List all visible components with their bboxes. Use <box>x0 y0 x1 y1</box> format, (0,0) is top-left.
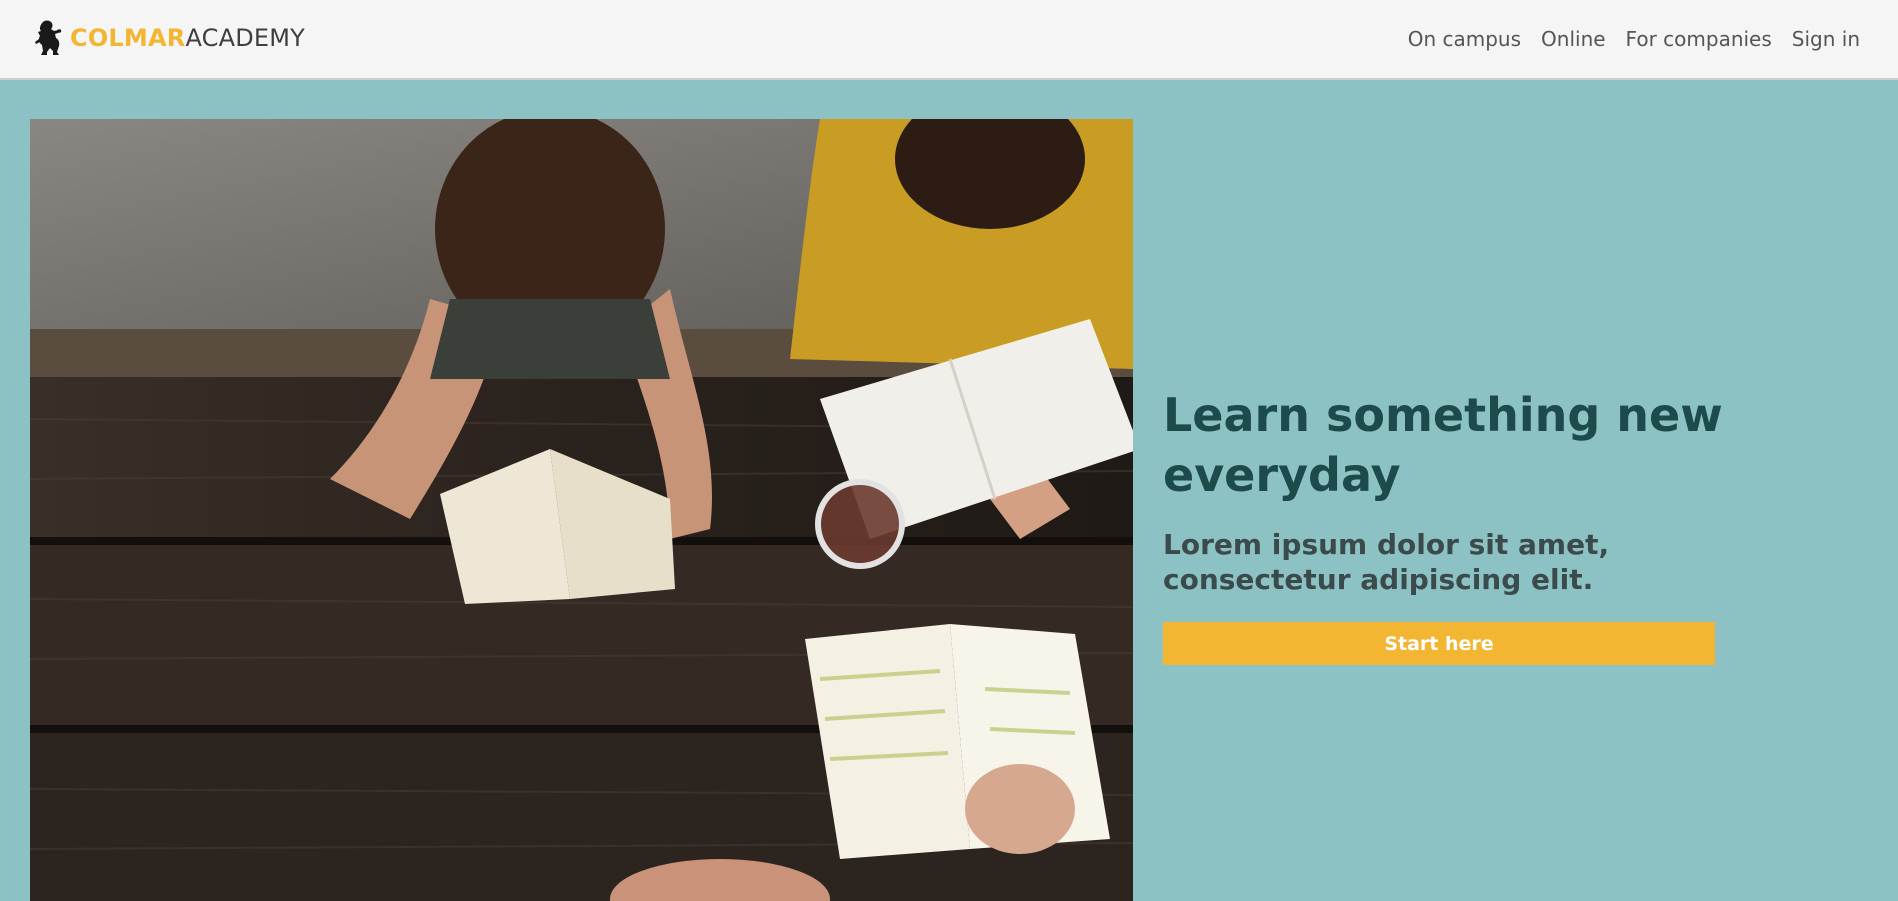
nav-link-for-companies[interactable]: For companies <box>1626 27 1772 51</box>
main-nav: On campus Online For companies Sign in <box>1408 22 1860 56</box>
logo-wordmark: COLMARACADEMY <box>70 18 305 58</box>
nav-link-sign-in[interactable]: Sign in <box>1792 27 1860 51</box>
nav-link-on-campus[interactable]: On campus <box>1408 27 1521 51</box>
hero-photo <box>30 119 1133 901</box>
nav-link-online[interactable]: Online <box>1541 27 1606 51</box>
site-logo[interactable]: COLMARACADEMY <box>34 18 305 58</box>
lion-rampant-icon <box>35 20 62 55</box>
hero-title: Learn something new everyday <box>1163 388 1723 502</box>
logo-rest: ACADEMY <box>185 24 306 52</box>
hero-subtitle: Lorem ipsum dolor sit amet, consectetur … <box>1163 528 1610 596</box>
logo-brand: COLMAR <box>70 24 186 52</box>
site-header: COLMARACADEMY On campus Online For compa… <box>0 0 1898 80</box>
students-studying-photo <box>30 119 1133 901</box>
hero-section: Learn something new everyday Lorem ipsum… <box>1163 385 1723 665</box>
start-here-button[interactable]: Start here <box>1163 622 1715 665</box>
